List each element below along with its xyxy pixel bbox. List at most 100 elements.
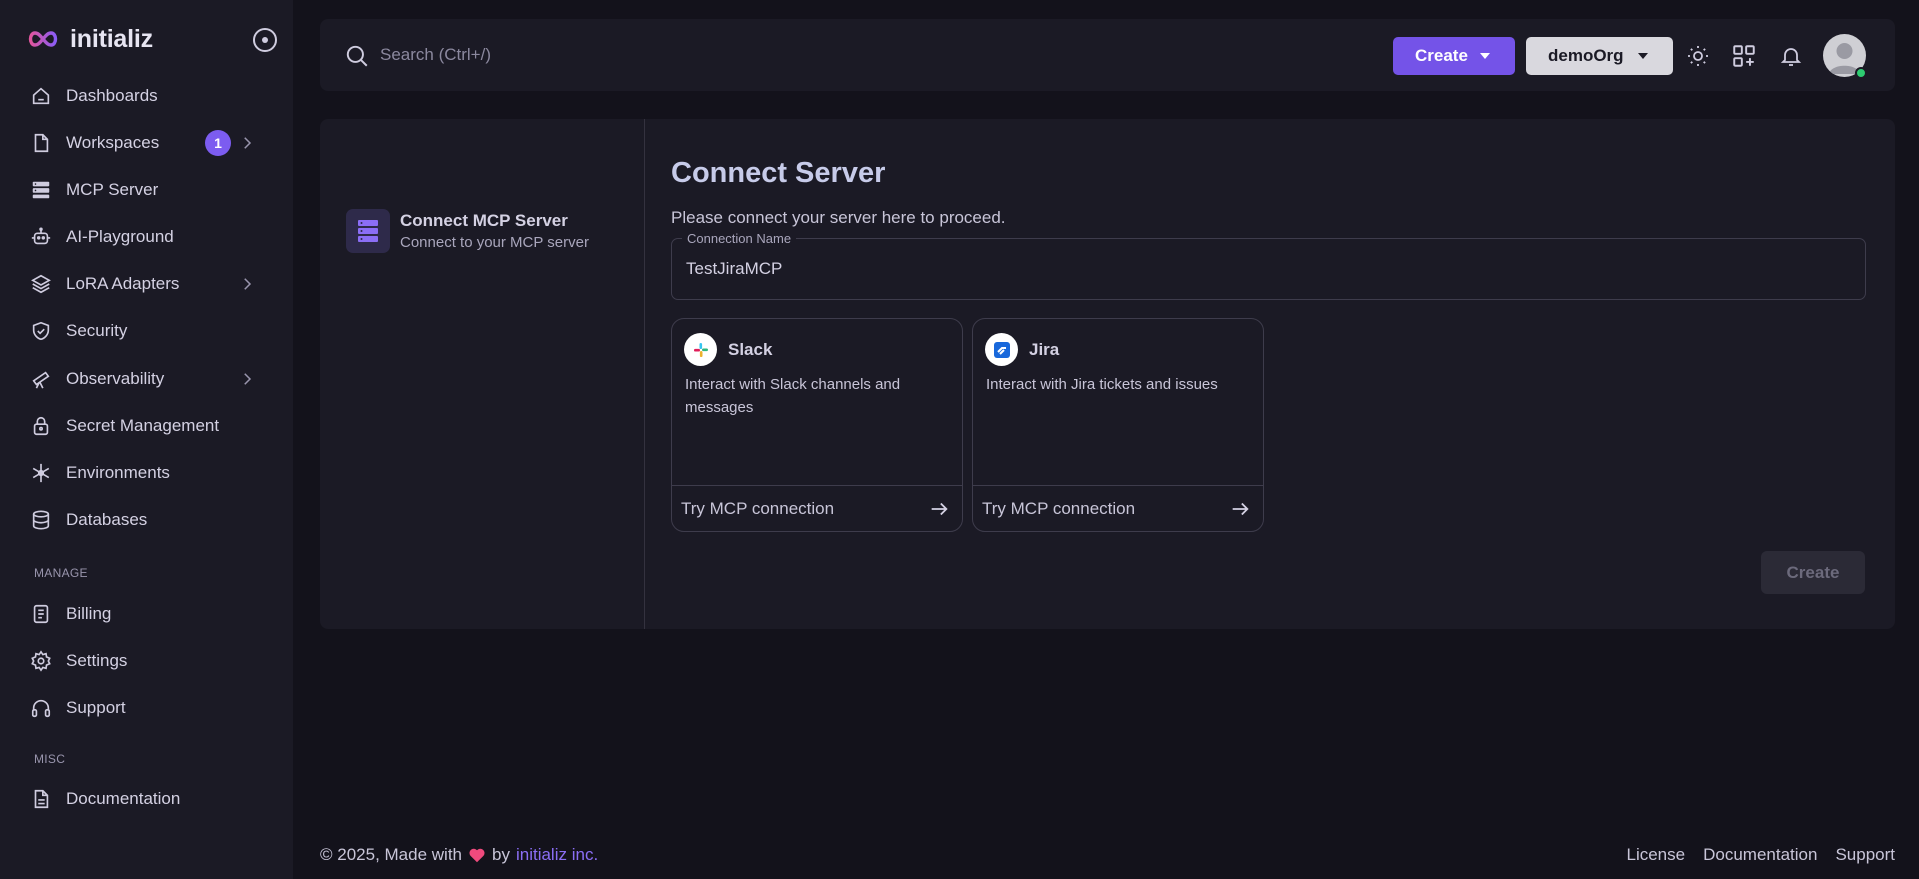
connection-name-label: Connection Name — [682, 231, 797, 246]
sidebar-item-label: Billing — [66, 604, 112, 623]
copyright-text: © 2025, Made with — [320, 845, 462, 864]
card-title: Jira — [1029, 340, 1060, 359]
card-description: Interact with Jira tickets and issues — [986, 376, 1218, 393]
sidebar-item-lora-adapters[interactable]: LoRA Adapters — [28, 264, 264, 304]
connect-server-panel: Connect MCP Server Connect to your MCP s… — [320, 119, 1895, 629]
sidebar-item-label: Environments — [66, 463, 170, 482]
sidebar-item-label: AI-Playground — [66, 227, 174, 246]
step-connect-mcp-server[interactable]: Connect MCP Server Connect to your MCP s… — [346, 209, 589, 253]
layers-icon — [28, 271, 54, 297]
chevron-right-icon — [238, 134, 256, 152]
sidebar-item-security[interactable]: Security — [28, 311, 264, 351]
step-subtitle: Connect to your MCP server — [400, 234, 589, 251]
sidebar-item-label: Security — [66, 321, 128, 340]
footer-link-support[interactable]: Support — [1835, 845, 1895, 865]
connection-name-field[interactable]: Connection Name — [671, 231, 1866, 300]
search-input[interactable] — [380, 39, 880, 71]
arrow-right-icon — [928, 498, 950, 520]
connection-name-input[interactable] — [686, 257, 1786, 281]
receipt-icon — [28, 601, 54, 627]
sidebar-item-databases[interactable]: Databases — [28, 500, 264, 540]
sidebar-item-label: Observability — [66, 369, 165, 388]
try-connection-button[interactable]: Try MCP connection — [973, 485, 1263, 531]
panel-divider — [644, 119, 645, 629]
radio-dot-icon — [262, 37, 268, 43]
section-label-misc: MISC — [34, 752, 66, 766]
bell-icon[interactable] — [1777, 42, 1805, 70]
sidebar-item-label: Databases — [66, 510, 148, 529]
create-dropdown-button[interactable]: Create — [1393, 37, 1515, 75]
chevron-right-icon — [238, 370, 256, 388]
try-connection-label: Try MCP connection — [681, 499, 835, 518]
sidebar-item-label: Support — [66, 698, 126, 717]
sidebar-item-label: Settings — [66, 651, 128, 670]
company-link[interactable]: initializ inc. — [516, 845, 598, 865]
workspaces-count-badge: 1 — [205, 130, 231, 156]
footer-credits: © 2025, Made with by initializ inc. — [320, 845, 598, 865]
sidebar-item-documentation[interactable]: Documentation — [28, 779, 264, 819]
jira-logo-icon — [985, 333, 1018, 366]
jira-card[interactable]: Jira Interact with Jira tickets and issu… — [972, 318, 1264, 532]
telescope-icon — [28, 366, 54, 392]
sidebar-collapse-toggle[interactable] — [253, 28, 277, 52]
try-connection-label: Try MCP connection — [982, 499, 1136, 518]
by-text: by — [492, 845, 510, 864]
caret-down-icon — [1479, 53, 1490, 59]
sidebar-item-environments[interactable]: Environments — [28, 453, 264, 493]
online-status-dot — [1855, 67, 1867, 79]
footer-links: License Documentation Support — [1627, 845, 1896, 865]
sidebar-item-settings[interactable]: Settings — [28, 641, 264, 681]
caret-down-icon — [1637, 53, 1648, 59]
home-icon — [28, 83, 54, 109]
footer-link-license[interactable]: License — [1627, 845, 1686, 865]
card-title: Slack — [728, 340, 773, 359]
search-icon — [344, 43, 370, 69]
apps-add-icon[interactable] — [1730, 42, 1758, 70]
sidebar-item-label: Workspaces — [66, 133, 160, 152]
brand-logo[interactable]: initializ — [26, 22, 153, 56]
file-icon — [28, 130, 54, 156]
shield-check-icon — [28, 318, 54, 344]
try-connection-button[interactable]: Try MCP connection — [672, 485, 962, 531]
sidebar-item-mcp-server[interactable]: MCP Server — [28, 170, 264, 210]
slack-logo-icon — [684, 333, 717, 366]
heart-icon — [468, 847, 486, 863]
card-description: Interact with Slack channels and message… — [685, 376, 901, 416]
sidebar-item-support[interactable]: Support — [28, 688, 264, 728]
org-select-label: demoOrg — [1548, 46, 1624, 65]
create-button[interactable]: Create — [1761, 551, 1865, 594]
arrow-right-icon — [1229, 498, 1251, 520]
sidebar-item-label: Dashboards — [66, 86, 158, 105]
server-icon — [346, 209, 390, 253]
headphones-icon — [28, 695, 54, 721]
server-icon — [28, 177, 54, 203]
page-title: Connect Server — [671, 157, 886, 189]
sun-icon[interactable] — [1684, 42, 1712, 70]
gear-icon — [28, 648, 54, 674]
sidebar-item-observability[interactable]: Observability — [28, 359, 264, 399]
sidebar-item-label: Documentation — [66, 789, 181, 808]
snowflake-icon — [28, 460, 54, 486]
page-description: Please connect your server here to proce… — [671, 208, 1006, 227]
step-title: Connect MCP Server — [400, 211, 568, 230]
footer-link-documentation[interactable]: Documentation — [1703, 845, 1817, 865]
sidebar-item-workspaces[interactable]: Workspaces 1 — [28, 123, 264, 163]
sidebar-item-label: LoRA Adapters — [66, 274, 180, 293]
sidebar-item-dashboards[interactable]: Dashboards — [28, 76, 264, 116]
top-bar: Create demoOrg — [320, 19, 1895, 91]
slack-card[interactable]: Slack Interact with Slack channels and m… — [671, 318, 963, 532]
sidebar-item-secret-management[interactable]: Secret Management — [28, 406, 264, 446]
infinity-logo-icon — [26, 29, 60, 49]
section-label-manage: MANAGE — [34, 566, 88, 580]
robot-icon — [28, 224, 54, 250]
chevron-right-icon — [238, 275, 256, 293]
brand-name: initializ — [70, 24, 153, 53]
sidebar-item-label: MCP Server — [66, 180, 159, 199]
database-icon — [28, 507, 54, 533]
lock-icon — [28, 413, 54, 439]
create-button-label: Create — [1415, 46, 1468, 65]
sidebar-item-ai-playground[interactable]: AI-Playground — [28, 217, 264, 257]
org-select[interactable]: demoOrg — [1526, 37, 1673, 75]
document-icon — [28, 786, 54, 812]
sidebar-item-billing[interactable]: Billing — [28, 594, 264, 634]
